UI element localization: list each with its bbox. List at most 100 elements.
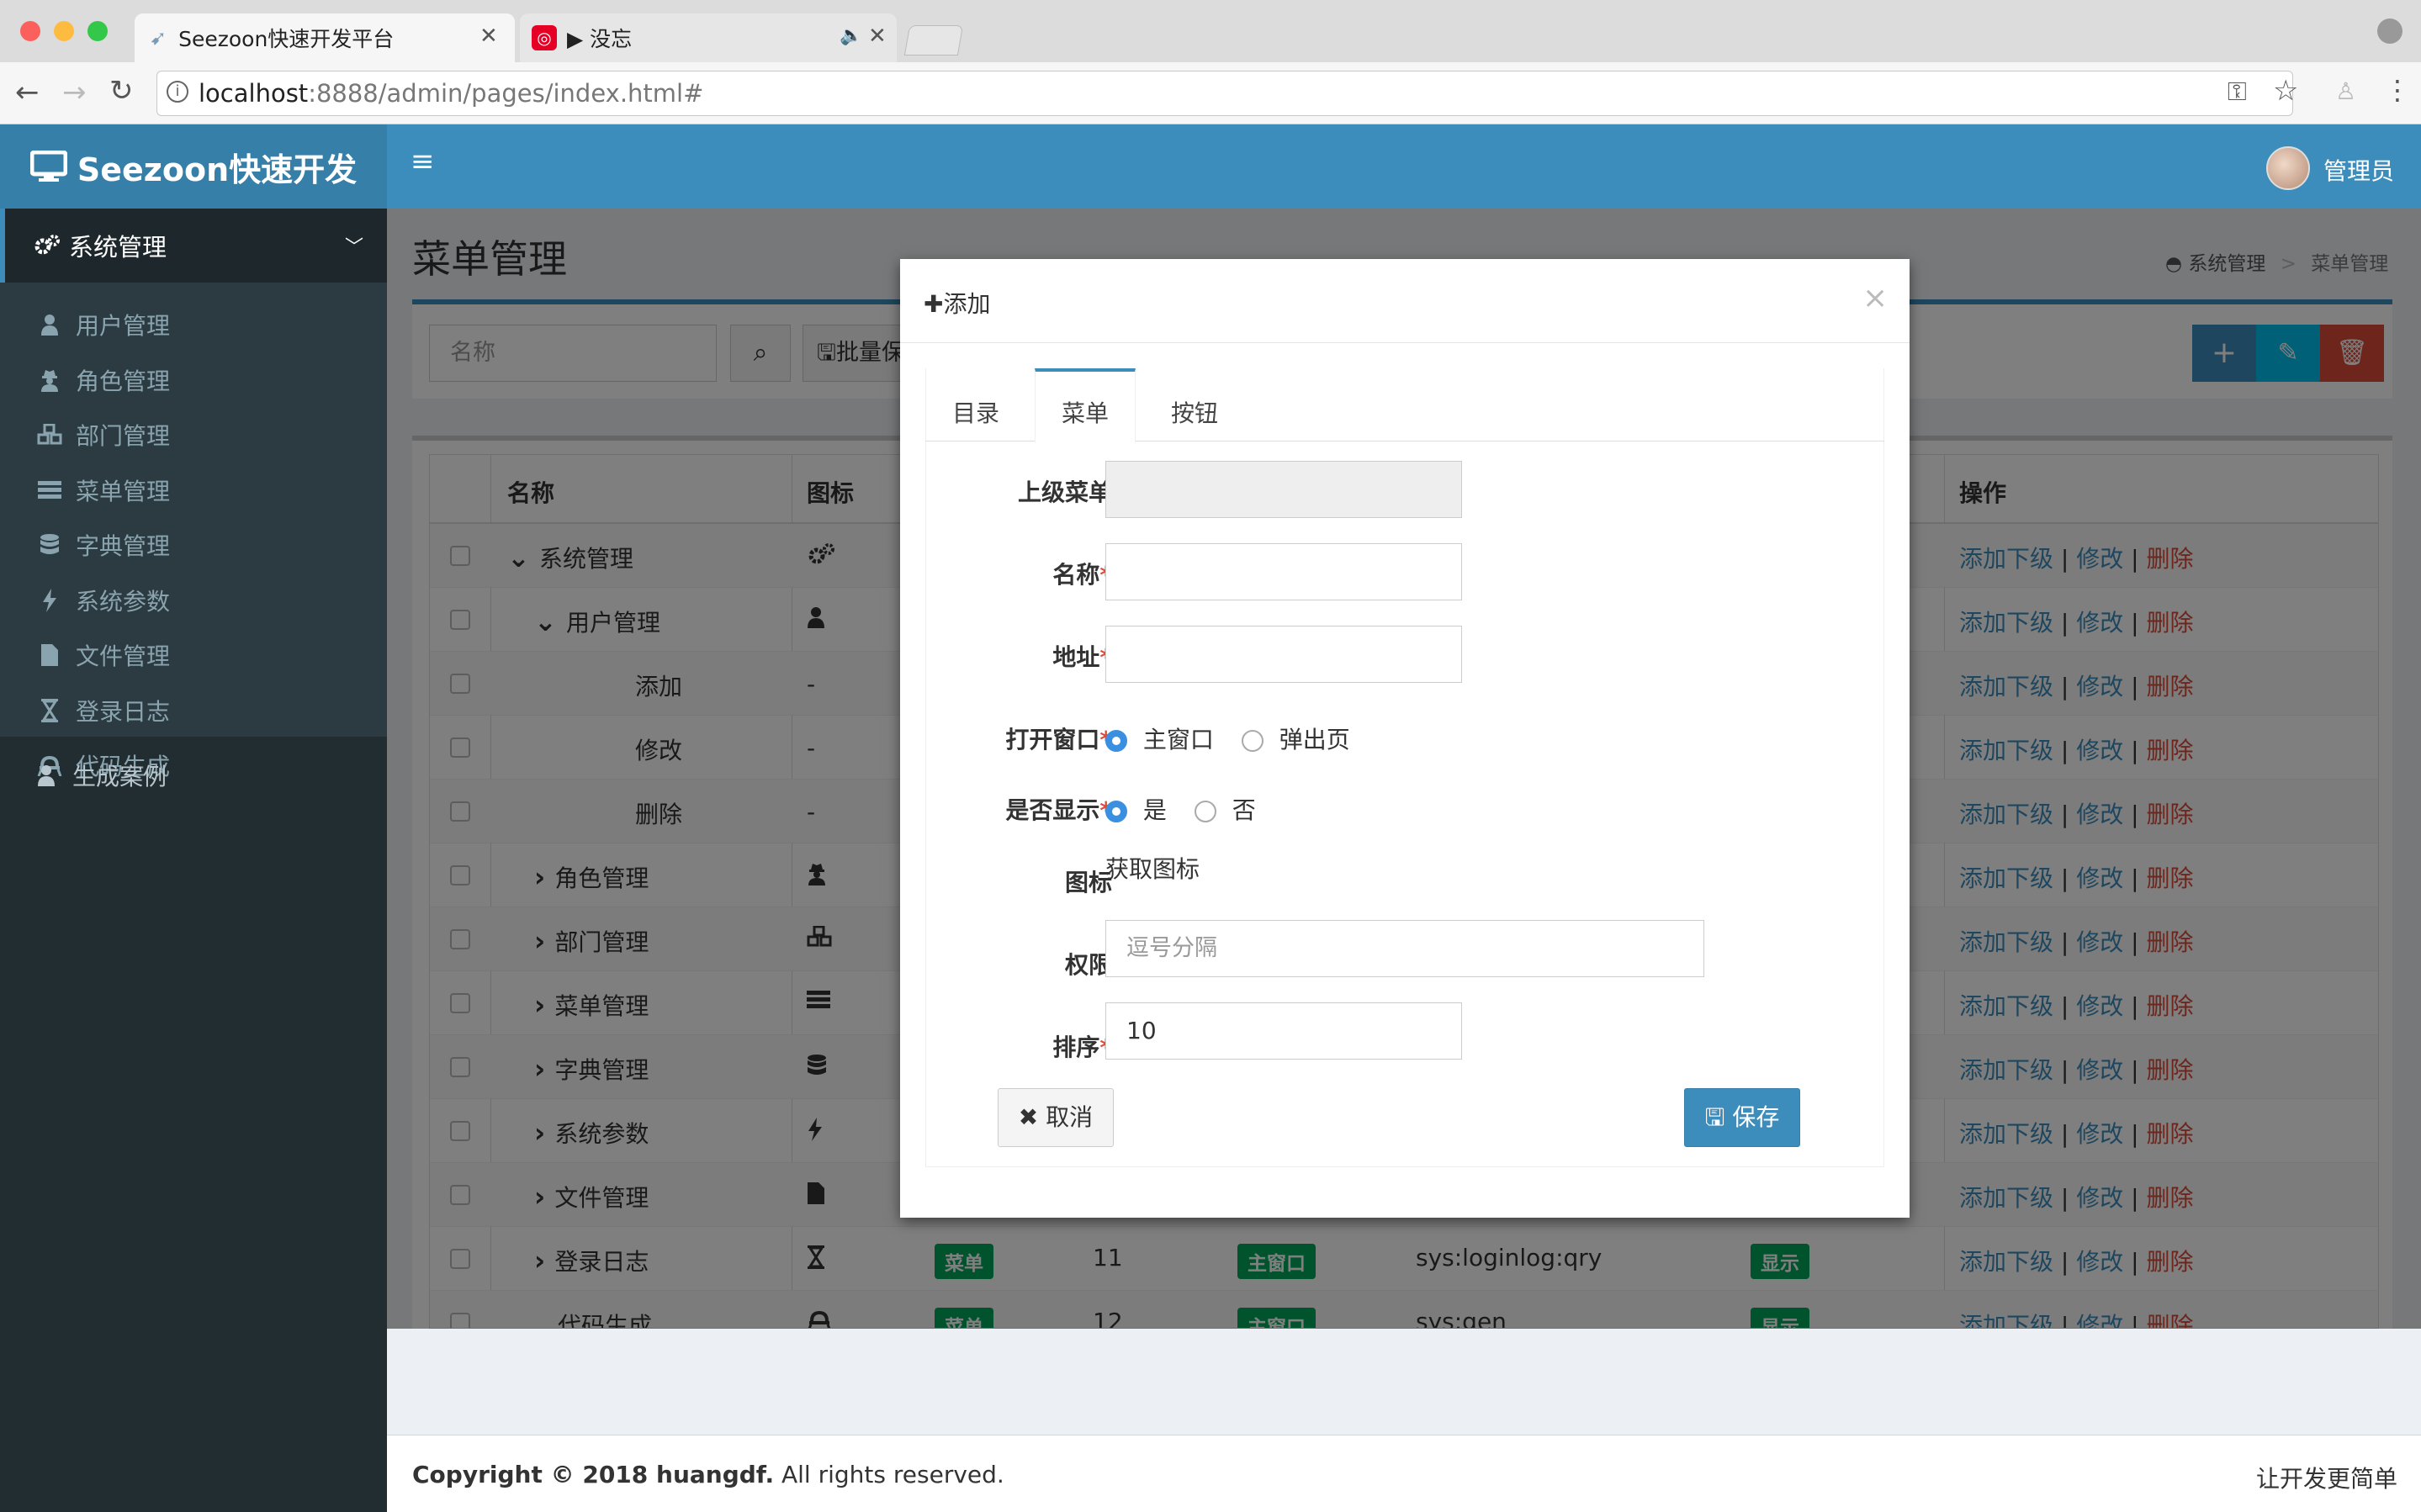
user-name[interactable]: 管理员 <box>2323 153 2394 187</box>
sidebar-item-label: 系统参数 <box>76 587 171 616</box>
sidebar-group-system[interactable]: 系统管理 ﹀ <box>0 209 387 283</box>
cogs-icon <box>34 234 61 257</box>
menu-dots-icon[interactable]: ⋮ <box>2384 74 2411 106</box>
add-menu-modal: ✚添加 × 目录 菜单 按钮 上级菜单 名称* 地址* 打开窗口* 主窗口 弹出… <box>900 259 1910 1218</box>
speaker-icon[interactable]: 🔈 <box>840 25 862 46</box>
save-button[interactable]: 🖫 保存 <box>1684 1088 1800 1147</box>
window-minimize-button[interactable] <box>54 21 74 41</box>
database-icon <box>34 532 66 558</box>
top-navbar <box>387 124 2421 209</box>
sidebar-item-user[interactable]: 用户管理 <box>0 299 387 350</box>
permission-input[interactable]: 逗号分隔 <box>1105 920 1704 977</box>
modal-close-button[interactable]: × <box>1862 281 1888 315</box>
show-yes-radio[interactable] <box>1105 801 1127 822</box>
parent-menu-label: 上级菜单 <box>1017 478 1112 506</box>
name-input[interactable] <box>1105 543 1462 600</box>
netease-favicon-icon: ◎ <box>532 25 557 50</box>
sidebar-item-label: 用户管理 <box>76 312 171 340</box>
info-icon[interactable]: i <box>167 81 188 103</box>
content-bottom-gap <box>387 1329 2421 1435</box>
bookmark-star-icon[interactable]: ☆ <box>2273 74 2298 108</box>
show-radio-group: 是 否 <box>1105 792 1256 826</box>
icon-label: 图标 <box>1064 869 1112 896</box>
target-popup-label[interactable]: 弹出页 <box>1279 726 1350 753</box>
sidebar-item-label: 文件管理 <box>76 642 171 670</box>
save-icon: 🖫 <box>1704 1103 1725 1131</box>
back-icon[interactable]: ← <box>15 76 40 109</box>
plus-icon: ✚ <box>924 290 944 318</box>
tab-close-icon[interactable]: ✕ <box>868 24 887 49</box>
feather-favicon-icon: ➹ <box>150 26 167 50</box>
url-text[interactable]: localhost:8888/admin/pages/index.html# <box>199 79 703 108</box>
window-zoom-button[interactable] <box>87 21 108 41</box>
reload-icon[interactable]: ↻ <box>109 74 134 108</box>
chevron-down-icon: ﹀ <box>345 237 364 258</box>
url-input[interactable] <box>1105 626 1462 683</box>
target-main-radio[interactable] <box>1105 730 1127 752</box>
cancel-button[interactable]: ✖ 取消 <box>998 1088 1114 1147</box>
file-icon <box>34 642 66 668</box>
forward-icon[interactable]: → <box>62 76 87 109</box>
browser-tab-active[interactable]: ➹ Seezoon快速开发平台 ✕ <box>135 13 515 62</box>
tab-button[interactable]: 按钮 <box>1171 395 1218 429</box>
footer: Copyright © 2018 huangdf. All rights res… <box>387 1435 2421 1512</box>
sidebar-item-database[interactable]: 字典管理 <box>0 520 387 570</box>
show-no-radio[interactable] <box>1194 801 1216 822</box>
get-icon-link[interactable]: 获取图标 <box>1105 851 1200 885</box>
desktop-icon <box>29 151 67 182</box>
key-icon[interactable]: ⚿ <box>2228 77 2247 107</box>
tab-close-icon[interactable]: ✕ <box>479 24 498 49</box>
sort-label: 排序* <box>1052 1034 1112 1061</box>
brand-logo[interactable]: Seezoon快速开发 <box>0 124 387 209</box>
window-close-button[interactable] <box>20 21 40 41</box>
sidebar-item-list[interactable]: 菜单管理 <box>0 465 387 515</box>
tab-directory[interactable]: 目录 <box>952 395 999 429</box>
sidebar-item-label: 部门管理 <box>76 422 171 450</box>
sidebar-item-hourglass[interactable]: 登录日志 <box>0 685 387 736</box>
sidebar-toggle-icon[interactable]: ≡ <box>411 145 435 178</box>
target-radio-group: 主窗口 弹出页 <box>1105 722 1350 755</box>
sort-input[interactable]: 10 <box>1105 1002 1462 1060</box>
hourglass-icon <box>34 698 66 723</box>
copyright-text: Copyright © 2018 huangdf. All rights res… <box>412 1461 1004 1488</box>
sidebar-item-label: 生成案例 <box>72 763 167 790</box>
avatar[interactable] <box>2266 146 2310 190</box>
times-icon: ✖ <box>1018 1103 1039 1131</box>
cubes-icon <box>34 422 66 447</box>
new-tab-button[interactable] <box>903 25 964 56</box>
permission-label: 权限 <box>1064 951 1112 979</box>
sidebar: 系统管理 ﹀ 用户管理 角色管理 部门管理 菜单管理 字典管理 系统参数 文件管理 登录日志代… <box>0 209 387 1512</box>
sidebar-item-demo[interactable]: 生成案例 <box>0 750 387 801</box>
user-icon <box>30 763 62 788</box>
show-label: 是否显示* <box>1005 796 1112 824</box>
tab-title: Seezoon快速开发平台 <box>178 27 395 51</box>
sidebar-item-file[interactable]: 文件管理 <box>0 630 387 680</box>
parent-menu-field[interactable] <box>1105 461 1462 518</box>
url-label: 地址* <box>1052 643 1112 671</box>
extension-icon[interactable]: ♙ <box>2335 77 2356 105</box>
tab-title: ▶ 没忘 <box>567 27 633 51</box>
list-icon <box>34 478 66 503</box>
profile-icon[interactable] <box>2377 19 2402 44</box>
sidebar-item-label: 登录日志 <box>76 697 171 726</box>
target-popup-radio[interactable] <box>1241 730 1263 752</box>
name-label: 名称* <box>1052 561 1112 589</box>
sidebar-item-label: 角色管理 <box>76 367 171 395</box>
target-main-label[interactable]: 主窗口 <box>1143 726 1214 753</box>
sidebar-item-label: 字典管理 <box>76 532 171 560</box>
sidebar-item-user-secret[interactable]: 角色管理 <box>0 355 387 405</box>
show-yes-label[interactable]: 是 <box>1143 796 1167 824</box>
user-icon <box>34 312 66 337</box>
sidebar-item-cubes[interactable]: 部门管理 <box>0 410 387 460</box>
sidebar-group-label: 系统管理 <box>69 233 167 262</box>
target-label: 打开窗口* <box>1005 726 1112 753</box>
bolt-icon <box>34 588 66 613</box>
sidebar-item-bolt[interactable]: 系统参数 <box>0 575 387 626</box>
footer-slogan: 让开发更简单 <box>2256 1465 2398 1493</box>
user-secret-icon <box>34 367 66 393</box>
browser-tab[interactable]: ◎ ▶ 没忘 🔈 ✕ <box>520 13 897 62</box>
show-no-label[interactable]: 否 <box>1232 796 1256 824</box>
sidebar-item-label: 菜单管理 <box>76 477 171 505</box>
modal-header <box>900 259 1910 343</box>
tab-menu[interactable]: 菜单 <box>1062 395 1109 429</box>
